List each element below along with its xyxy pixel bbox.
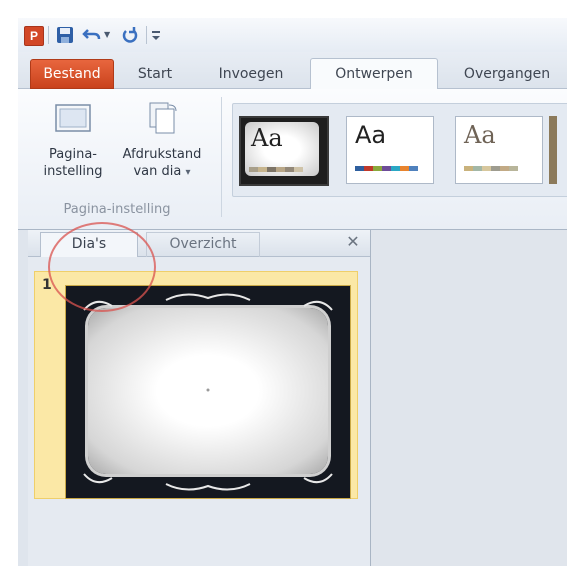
- theme-sample-text: Aa: [355, 121, 387, 149]
- redo-icon[interactable]: [120, 26, 140, 44]
- page-setup-icon: [38, 101, 108, 140]
- theme-color-swatches: [355, 166, 418, 171]
- ribbon-panel: Pagina- instelling Afdrukstand van dia ▾…: [18, 89, 567, 230]
- powerpoint-icon[interactable]: P: [24, 26, 44, 46]
- orientation-label-line1: Afdrukstand: [122, 147, 202, 162]
- toolbar-separator: [146, 26, 147, 44]
- annotation-circle: [48, 222, 156, 312]
- quick-access-toolbar: P ▼: [18, 18, 567, 52]
- theme-color-swatches: [249, 167, 303, 172]
- toolbar-separator: [48, 26, 49, 44]
- page-setup-label-line2: instelling: [43, 164, 103, 179]
- slide-thumbnail[interactable]: [65, 285, 351, 499]
- theme-sample-text: Aa: [251, 124, 283, 152]
- theme-thumbnail-office[interactable]: Aa: [346, 116, 434, 184]
- theme-thumbnail-paper[interactable]: Aa: [455, 116, 543, 184]
- tab-design[interactable]: Ontwerpen: [310, 58, 438, 90]
- save-icon[interactable]: [56, 26, 74, 44]
- tab-insert[interactable]: Invoegen: [202, 61, 300, 88]
- theme-thumbnail-partial[interactable]: [549, 116, 557, 184]
- ornament-decoration: [83, 293, 333, 491]
- tab-outline[interactable]: Overzicht: [146, 232, 260, 257]
- group-label-page-setup: Pagina-instelling: [63, 202, 171, 217]
- group-separator: [221, 97, 222, 217]
- slide-orientation-icon: [116, 101, 208, 140]
- slide-editing-area[interactable]: [371, 230, 567, 566]
- tab-file[interactable]: Bestand: [30, 59, 114, 89]
- powerpoint-window: P ▼ Bestand Start Invoegen Ontwerpen Ove…: [18, 18, 567, 566]
- chevron-down-icon: ▾: [185, 167, 191, 178]
- theme-gallery: Aa Aa Aa: [232, 103, 567, 197]
- theme-color-swatches: [464, 166, 518, 171]
- customize-qat-icon[interactable]: [150, 26, 162, 44]
- slide-orientation-button[interactable]: Afdrukstand van dia ▾: [116, 101, 208, 181]
- ribbon-tab-bar: Bestand Start Invoegen Ontwerpen Overgan…: [18, 52, 567, 90]
- theme-sample-text: Aa: [464, 121, 496, 149]
- page-setup-button[interactable]: Pagina- instelling: [38, 101, 108, 180]
- theme-thumbnail-ornate[interactable]: Aa: [239, 116, 329, 186]
- tab-start[interactable]: Start: [122, 61, 188, 88]
- orientation-label-line2: van dia: [133, 164, 182, 179]
- tab-transitions[interactable]: Overgangen: [442, 61, 567, 88]
- page-setup-label-line1: Pagina-: [49, 147, 97, 162]
- undo-dropdown-icon[interactable]: ▼: [104, 26, 114, 44]
- undo-icon[interactable]: [82, 26, 102, 44]
- close-icon[interactable]: ✕: [344, 233, 362, 251]
